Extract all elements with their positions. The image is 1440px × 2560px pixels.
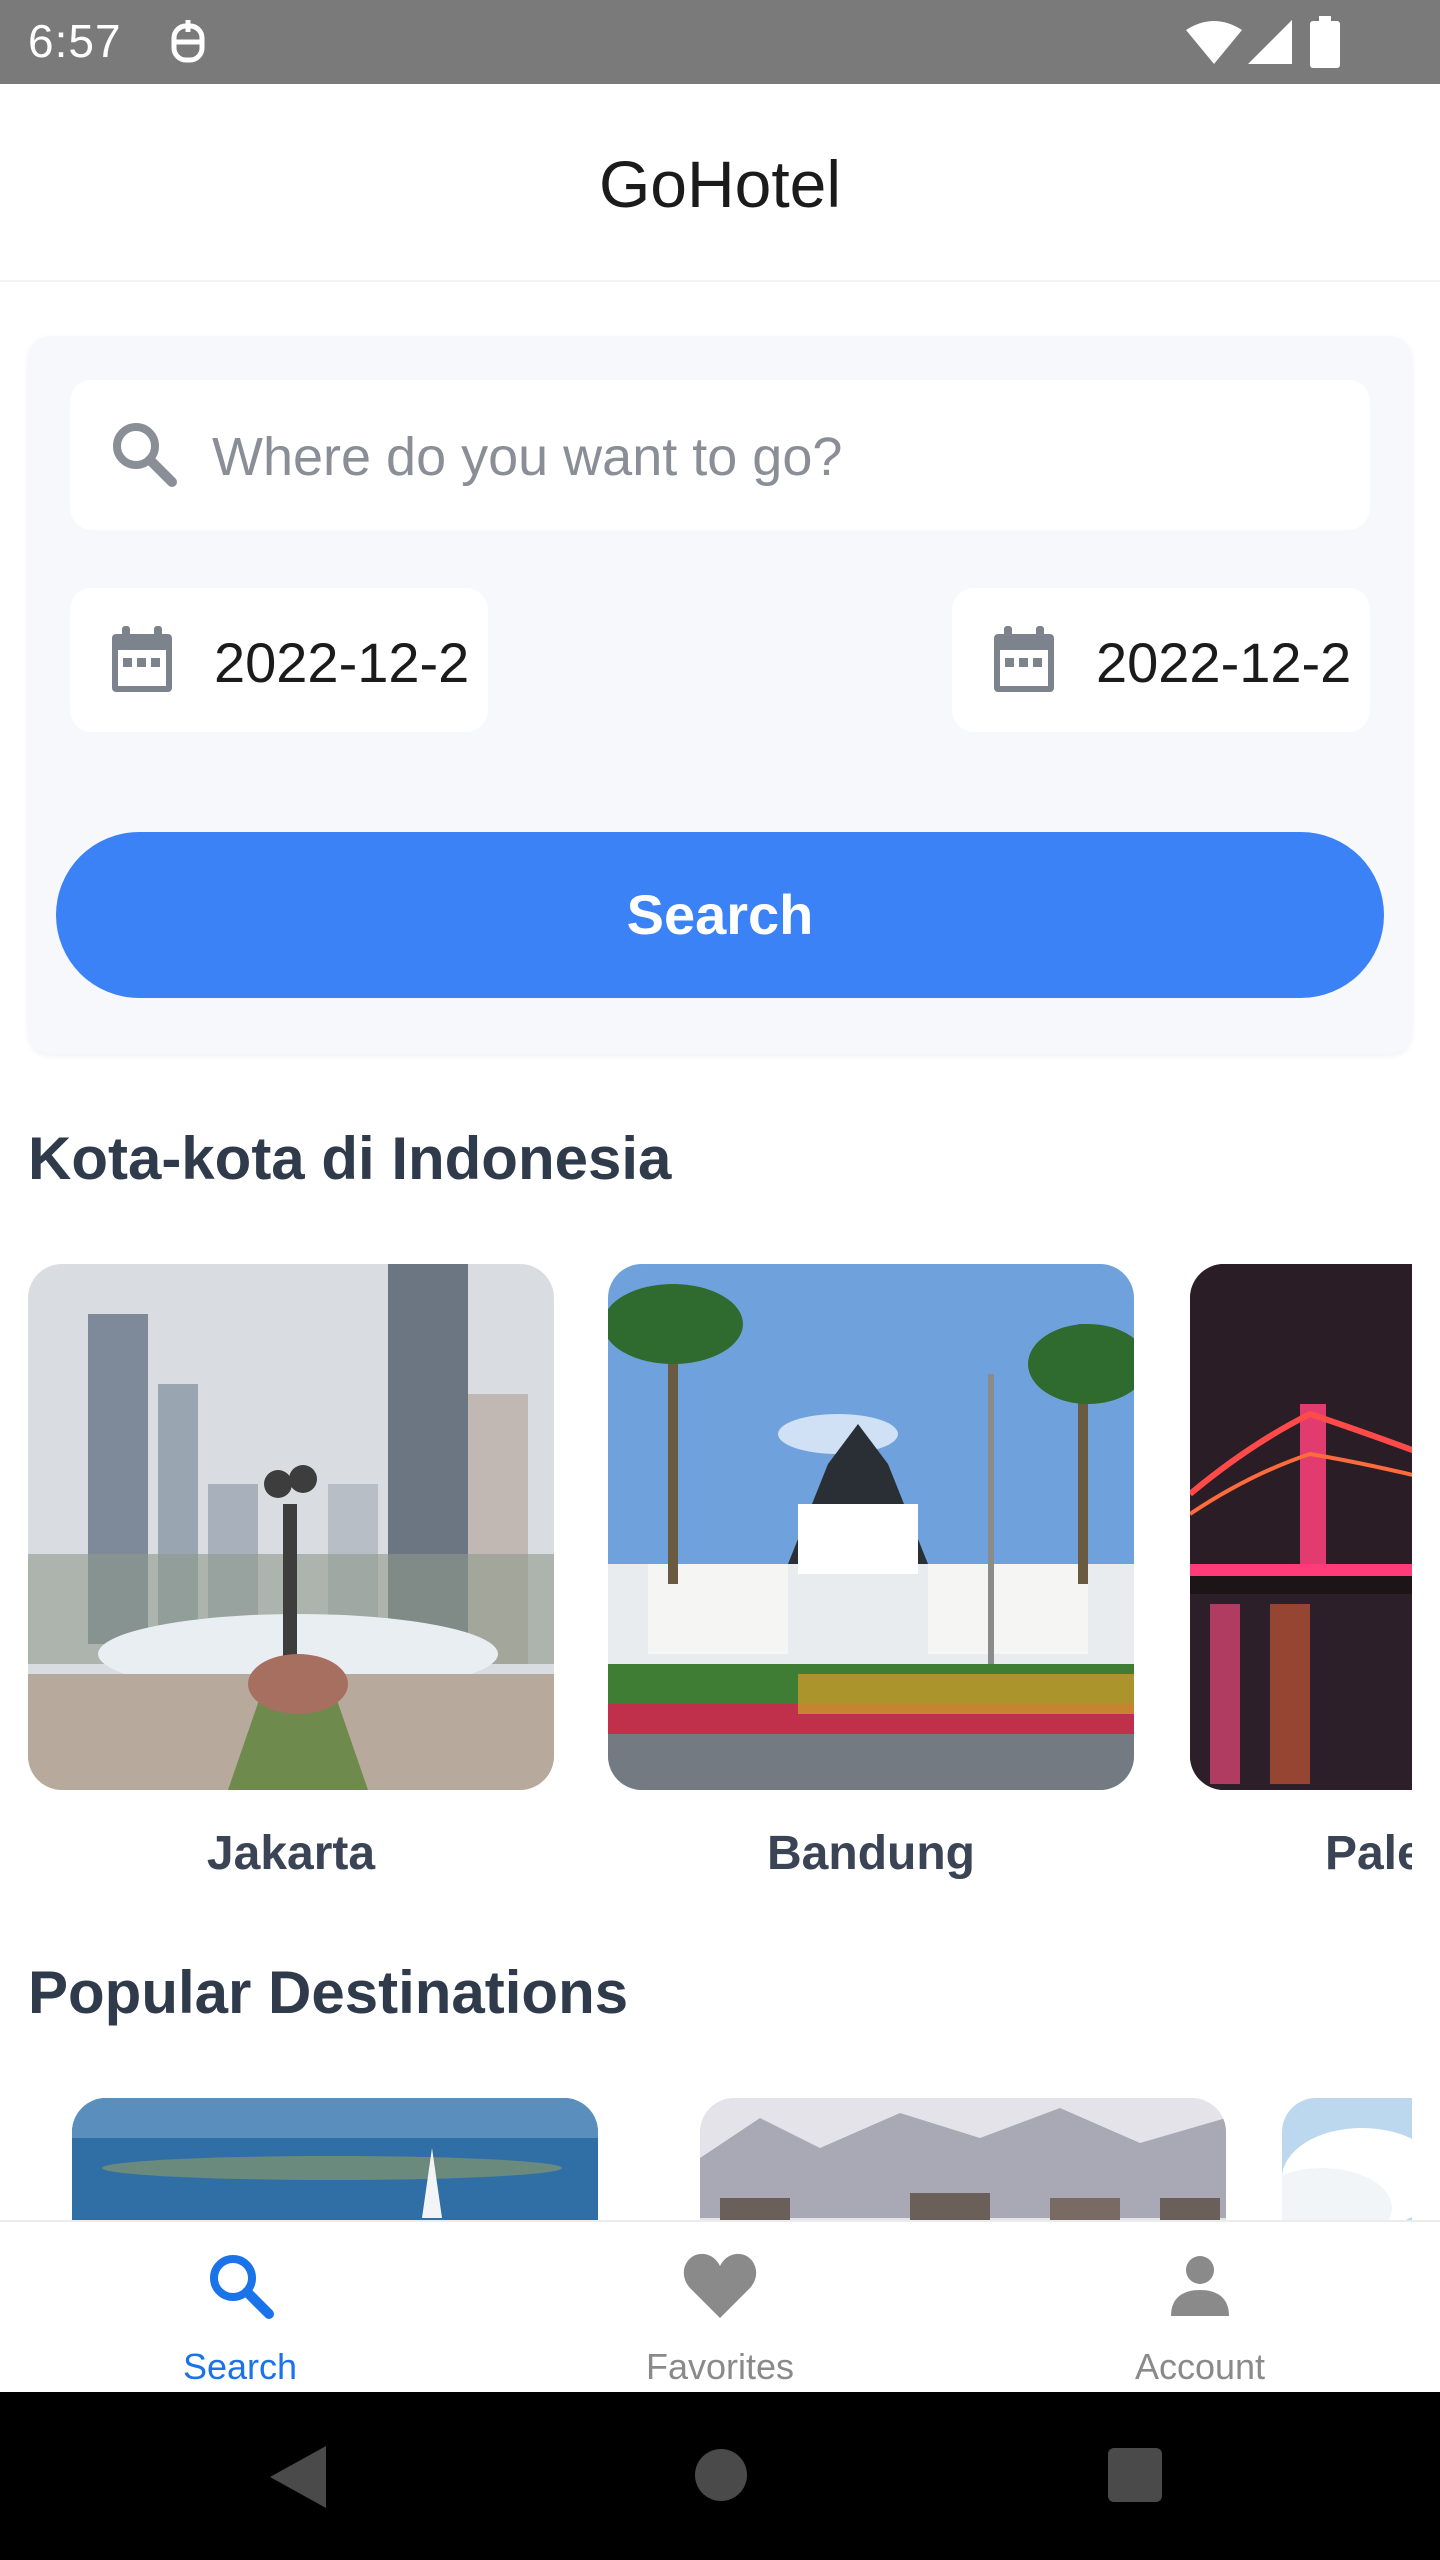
search-icon <box>108 418 180 495</box>
nav-account-label: Account <box>1134 2346 1266 2387</box>
bottom-navigation: Search Favorites Account <box>0 2220 1440 2394</box>
destination-search-input[interactable]: Where do you want to go? <box>70 380 1370 530</box>
city-card-palembang[interactable] <box>1190 1264 1412 1790</box>
city-label-bandung: Bandung <box>767 1827 975 1880</box>
nav-favorites-label: Favorites <box>645 2346 795 2387</box>
nav-search-label: Search <box>182 2346 298 2387</box>
nav-search[interactable]: Search <box>0 2222 480 2394</box>
city-carousel[interactable]: Jakarta Bandung Palembang <box>0 1240 1412 1940</box>
popular-card[interactable] <box>700 2098 1226 2220</box>
popular-card[interactable] <box>1282 2098 1412 2220</box>
city-label-palembang: Palembang <box>1324 1827 1412 1880</box>
city-image-jakarta <box>28 1264 554 1790</box>
city-card-jakarta[interactable] <box>28 1264 554 1790</box>
calendar-icon <box>990 624 1058 701</box>
search-placeholder: Where do you want to go? <box>212 427 843 487</box>
status-time: 6:57 <box>28 15 122 67</box>
city-label-jakarta: Jakarta <box>206 1827 376 1880</box>
notification-icon <box>168 18 208 71</box>
nav-account[interactable]: Account <box>960 2222 1440 2394</box>
status-bar: 6:57 <box>0 0 1440 84</box>
popular-image <box>72 2098 598 2220</box>
check-in-value: 2022-12-2 <box>214 631 470 694</box>
wifi-icon <box>1186 20 1242 69</box>
popular-carousel[interactable] <box>0 2080 1412 2220</box>
system-navigation-bar <box>0 2392 1440 2560</box>
popular-card[interactable] <box>72 2098 598 2220</box>
home-icon[interactable] <box>694 2448 748 2507</box>
search-icon <box>205 2250 275 2325</box>
heart-icon <box>682 2250 758 2325</box>
app-title: GoHotel <box>598 147 842 221</box>
city-image-palembang <box>1190 1264 1412 1790</box>
back-icon[interactable] <box>270 2446 326 2513</box>
cities-section-title: Kota-kota di Indonesia <box>28 1125 672 1192</box>
nav-favorites[interactable]: Favorites <box>480 2222 960 2394</box>
person-icon <box>1165 2250 1235 2325</box>
check-out-date-field[interactable]: 2022-12-2 <box>952 588 1370 732</box>
app-bar: GoHotel <box>0 84 1440 282</box>
recents-icon[interactable] <box>1108 2448 1162 2507</box>
battery-icon <box>1310 16 1340 73</box>
popular-image <box>700 2098 1226 2220</box>
city-image-bandung <box>608 1264 1134 1790</box>
calendar-icon <box>108 624 176 701</box>
popular-section-title: Popular Destinations <box>28 1959 629 2026</box>
popular-image <box>1282 2098 1412 2220</box>
check-out-value: 2022-12-2 <box>1096 631 1352 694</box>
city-card-bandung[interactable] <box>608 1264 1134 1790</box>
search-button[interactable]: Search <box>56 832 1384 998</box>
check-in-date-field[interactable]: 2022-12-2 <box>70 588 488 732</box>
signal-icon <box>1248 20 1292 69</box>
